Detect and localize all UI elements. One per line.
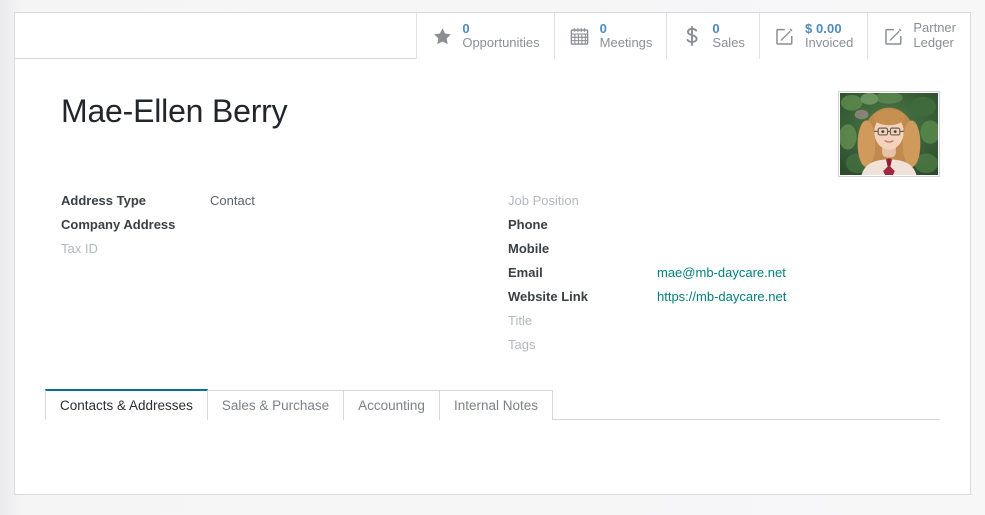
website-link[interactable]: https://mb-daycare.net [657, 289, 786, 304]
field-group-right: Job Position Phone Mobile Email mae@mb-d… [508, 193, 948, 361]
dollar-sign-icon [681, 25, 703, 47]
stat-value: 0 [462, 20, 470, 36]
field-group-left: Address Type Contact Company Address Tax… [61, 193, 501, 265]
stat-button-invoiced[interactable]: $ 0.00 Invoiced [758, 13, 868, 59]
stat-button-bar: 0 Opportunities 0 Meetings 0 Sales $ 0.0… [15, 13, 970, 59]
field-label: Address Type [61, 193, 147, 208]
field-label: Job Position [508, 193, 579, 208]
stat-value: 0 [712, 20, 720, 36]
field-website-link: Website Link https://mb-daycare.net [508, 289, 948, 313]
tab-contacts-addresses[interactable]: Contacts & Addresses [45, 389, 208, 420]
stat-button-opportunities[interactable]: 0 Opportunities [416, 13, 554, 59]
tab-strip: Contacts & Addresses Sales & Purchase Ac… [45, 389, 940, 420]
field-label: Website Link [508, 289, 588, 304]
contact-form-card: 0 Opportunities 0 Meetings 0 Sales $ 0.0… [14, 12, 971, 495]
field-email: Email mae@mb-daycare.net [508, 265, 948, 289]
stat-text: 0 Sales [712, 20, 745, 50]
notebook: Contacts & Addresses Sales & Purchase Ac… [45, 389, 940, 494]
field-label: Company Address [61, 217, 176, 232]
avatar-image [840, 93, 938, 175]
star-icon [431, 25, 453, 47]
stat-text: Partner Ledger [913, 21, 956, 50]
field-value[interactable]: Contact [210, 193, 255, 208]
stat-value: 0 [599, 20, 607, 36]
tab-panel-contacts-addresses [45, 420, 940, 494]
field-label: Mobile [508, 241, 550, 256]
field-tags: Tags [508, 337, 948, 361]
field-tax-id: Tax ID [61, 241, 501, 265]
stat-label: Meetings [599, 35, 653, 50]
tab-sales-purchase[interactable]: Sales & Purchase [207, 390, 345, 420]
pencil-square-icon [882, 25, 904, 47]
stat-button-partner-ledger[interactable]: Partner Ledger [867, 13, 970, 59]
record-title-row: Mae-Ellen Berry [61, 93, 288, 129]
field-label: Phone [508, 217, 548, 232]
email-link[interactable]: mae@mb-daycare.net [657, 265, 786, 280]
stat-button-meetings[interactable]: 0 Meetings [553, 13, 667, 59]
field-title: Title [508, 313, 948, 337]
stat-text: 0 Meetings [599, 20, 653, 50]
field-label: Email [508, 265, 543, 280]
page-title: Mae-Ellen Berry [61, 93, 288, 129]
avatar[interactable] [838, 91, 940, 177]
field-phone: Phone [508, 217, 948, 241]
stat-button-sales[interactable]: 0 Sales [666, 13, 759, 59]
stat-text: 0 Opportunities [462, 20, 540, 50]
pencil-square-icon [774, 25, 796, 47]
stat-label: Opportunities [462, 35, 540, 50]
stat-text: $ 0.00 Invoiced [804, 20, 854, 50]
field-label: Title [508, 313, 533, 328]
stat-label: Invoiced [804, 35, 854, 50]
calendar-icon [569, 25, 591, 47]
tab-accounting[interactable]: Accounting [344, 390, 440, 420]
field-label: Tags [508, 337, 536, 352]
field-address-type: Address Type Contact [61, 193, 501, 217]
field-company-address: Company Address [61, 217, 501, 241]
form-sheet: Mae-Ellen Berry Address Type Contact Com… [15, 59, 970, 494]
field-mobile: Mobile [508, 241, 948, 265]
field-label: Tax ID [61, 241, 98, 256]
stat-label: Partner Ledger [913, 20, 956, 50]
stat-label: Sales [712, 35, 745, 50]
tab-internal-notes[interactable]: Internal Notes [439, 390, 553, 420]
stat-value: $ 0.00 [804, 20, 842, 36]
field-job-position: Job Position [508, 193, 948, 217]
